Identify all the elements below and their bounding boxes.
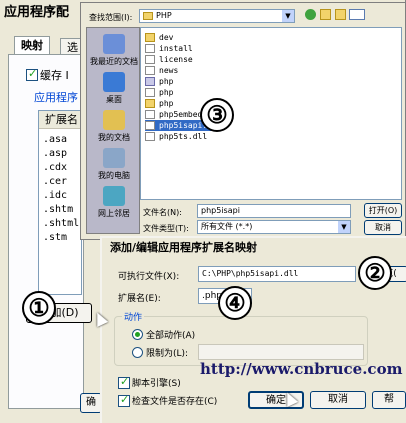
file-item[interactable]: php xyxy=(145,76,173,87)
place-desktop[interactable]: 桌面 xyxy=(87,72,141,105)
my-documents-icon xyxy=(103,110,125,130)
folder-icon xyxy=(143,11,153,20)
document-icon xyxy=(145,66,155,75)
cache-checkbox-label: 缓存 I xyxy=(40,69,69,82)
document-icon xyxy=(145,44,155,53)
extension-list[interactable]: 扩展名 .asa .asp .cdx .cer .idc .shtm .shtm… xyxy=(38,110,83,295)
php-file-icon xyxy=(145,77,155,86)
bottom-ok-button[interactable]: 确 xyxy=(80,393,102,413)
file-list[interactable]: dev install license news php php php php… xyxy=(140,27,402,200)
dialog-title: 应用程序配 xyxy=(4,5,70,20)
document-icon xyxy=(145,88,155,97)
chevron-down-icon[interactable]: ▼ xyxy=(282,10,294,22)
step-marker-1: ① xyxy=(22,291,56,325)
folder-icon xyxy=(145,33,155,42)
places-bar: 我最近的文档 桌面 我的文档 我的电脑 网上邻居 xyxy=(86,27,140,234)
script-engine-label: 脚本引擎(S) xyxy=(132,379,181,389)
check-file-label: 检查文件是否存在(C) xyxy=(132,397,218,407)
new-folder-icon[interactable] xyxy=(335,9,346,20)
folder-icon xyxy=(145,99,155,108)
script-engine-checkbox[interactable] xyxy=(118,375,130,389)
place-my-computer[interactable]: 我的电脑 xyxy=(87,148,141,181)
back-icon[interactable] xyxy=(305,9,316,20)
place-network[interactable]: 网上邻居 xyxy=(87,186,141,219)
file-item[interactable]: php xyxy=(145,87,173,98)
look-in-label: 查找范围(I): xyxy=(89,13,133,22)
list-item[interactable]: .cdx xyxy=(43,161,67,175)
file-item[interactable]: php xyxy=(145,98,173,109)
dialog-title: 添加/编辑应用程序扩展名映射 xyxy=(110,241,258,254)
up-folder-icon[interactable] xyxy=(320,9,331,20)
look-in-value: PHP xyxy=(156,11,172,20)
file-item[interactable]: php5ts.dll xyxy=(145,131,207,142)
list-item[interactable]: .stm xyxy=(43,231,67,245)
file-item[interactable]: install xyxy=(145,43,193,54)
list-item[interactable]: .shtm xyxy=(43,203,73,217)
open-file-dialog: 查找范围(I): PHP ▼ 我最近的文档 桌面 我的文档 我的电脑 网上邻居 … xyxy=(80,2,406,240)
cancel-button[interactable]: 取消 xyxy=(310,391,366,409)
list-item[interactable]: .asp xyxy=(43,147,67,161)
dll-file-icon xyxy=(145,121,155,130)
all-verbs-label: 全部动作(A) xyxy=(146,331,196,341)
file-item[interactable]: news xyxy=(145,65,178,76)
limit-to-radio[interactable] xyxy=(132,347,143,358)
document-icon xyxy=(145,55,155,64)
cache-checkbox[interactable] xyxy=(26,67,38,81)
view-menu-icon[interactable] xyxy=(349,9,365,20)
step-marker-4: ④ xyxy=(218,286,252,320)
check-file-checkbox[interactable] xyxy=(118,393,130,407)
list-item[interactable]: .shtml xyxy=(43,217,79,231)
tab-mapping[interactable]: 映射 xyxy=(14,36,50,56)
exe-path-input[interactable]: C:\PHP\php5isapi.dll xyxy=(198,266,356,282)
limit-to-input[interactable] xyxy=(198,344,364,360)
place-recent[interactable]: 我最近的文档 xyxy=(87,34,141,67)
list-item[interactable]: .cer xyxy=(43,175,67,189)
exe-label: 可执行文件(X): xyxy=(118,272,180,282)
ext-label: 扩展名(E): xyxy=(118,294,161,304)
network-icon xyxy=(103,186,125,206)
cancel-button[interactable]: 取消 xyxy=(364,220,402,235)
file-item[interactable]: license xyxy=(145,54,193,65)
verbs-group-label: 动作 xyxy=(122,310,145,323)
document-icon xyxy=(145,132,155,141)
all-verbs-radio[interactable] xyxy=(132,329,143,340)
filetype-label: 文件类型(T): xyxy=(143,224,189,233)
recent-documents-icon xyxy=(103,34,125,54)
file-item[interactable]: php5embed xyxy=(145,109,202,120)
list-item[interactable]: .idc xyxy=(43,189,67,203)
place-my-documents[interactable]: 我的文档 xyxy=(87,110,141,143)
desktop-icon xyxy=(103,72,125,92)
look-in-select[interactable]: PHP ▼ xyxy=(139,9,295,23)
list-header[interactable]: 扩展名 xyxy=(39,111,83,129)
my-computer-icon xyxy=(103,148,125,168)
document-icon xyxy=(145,110,155,119)
limit-to-label: 限制为(L): xyxy=(146,349,189,359)
watermark-url: http://www.cnbruce.com xyxy=(200,360,403,378)
section-label: 应用程序 xyxy=(34,91,78,104)
filename-input[interactable]: php5isapi xyxy=(197,204,351,218)
step-marker-2: ② xyxy=(358,256,392,290)
filetype-select[interactable]: 所有文件 (*.*) ▼ xyxy=(197,220,351,234)
list-item[interactable]: .asa xyxy=(43,133,67,147)
open-button[interactable]: 打开(O) xyxy=(364,203,402,218)
chevron-down-icon[interactable]: ▼ xyxy=(338,221,350,233)
file-item[interactable]: dev xyxy=(145,32,173,43)
filename-label: 文件名(N): xyxy=(143,208,182,217)
step-marker-3: ③ xyxy=(200,98,234,132)
help-button[interactable]: 帮 xyxy=(372,391,406,409)
